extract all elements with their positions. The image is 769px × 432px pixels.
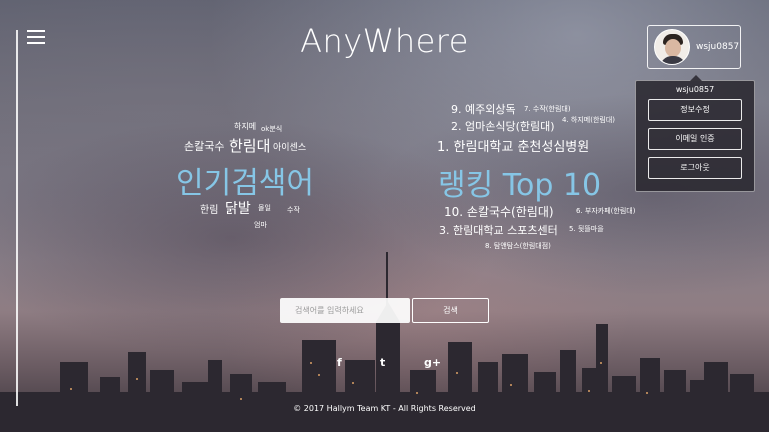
ranking-item[interactable]: 6. 부자카페(한림대) bbox=[576, 206, 635, 216]
ranking-item[interactable]: 9. 예주외상독 bbox=[451, 101, 516, 117]
popular-word[interactable]: 아이센스 bbox=[273, 140, 306, 153]
search-input[interactable] bbox=[280, 298, 410, 323]
user-menu-button[interactable]: wsju0857 bbox=[647, 25, 741, 69]
googleplus-icon[interactable]: g+ bbox=[424, 356, 441, 369]
popular-word[interactable]: 손칼국수 bbox=[184, 138, 224, 154]
edit-profile-button[interactable]: 정보수정 bbox=[648, 99, 742, 121]
user-name: wsju0857 bbox=[696, 42, 740, 52]
email-verify-button[interactable]: 이메일 인증 bbox=[648, 128, 742, 150]
dropdown-username: wsju0857 bbox=[675, 85, 715, 94]
popular-word[interactable]: 한림대 bbox=[229, 135, 270, 156]
ranking-item[interactable]: 2. 엄마손식당(한림대) bbox=[451, 118, 555, 134]
ranking-item[interactable]: 7. 수작(한림대) bbox=[524, 104, 571, 114]
popular-word[interactable]: 수작 bbox=[287, 205, 300, 215]
popular-word[interactable]: ok분식 bbox=[261, 124, 282, 134]
popular-word[interactable]: 한림 bbox=[200, 201, 218, 216]
logout-button[interactable]: 로그아웃 bbox=[648, 157, 742, 179]
facebook-icon[interactable]: f bbox=[337, 356, 342, 369]
popular-word[interactable]: 몰일 bbox=[258, 203, 271, 213]
ranking-title: 랭킹 Top 10 bbox=[438, 168, 602, 203]
ranking-item[interactable]: 8. 탐앤탐스(한림대점) bbox=[485, 241, 551, 251]
popular-title: 인기검색어 bbox=[176, 166, 314, 201]
sidebar-rule bbox=[16, 30, 18, 406]
popular-word[interactable]: 닭발 bbox=[225, 198, 251, 218]
ranking-item[interactable]: 3. 한림대학교 스포츠센터 bbox=[439, 222, 558, 238]
ranking-item[interactable]: 10. 손칼국수(한림대) bbox=[444, 203, 554, 220]
ranking-item[interactable]: 1. 한림대학교 춘천성심병원 bbox=[437, 136, 589, 155]
user-dropdown: wsju0857 정보수정 이메일 인증 로그아웃 bbox=[635, 75, 755, 192]
ranking-item[interactable]: 5. 뒷뜰마을 bbox=[569, 224, 604, 234]
search-button[interactable]: 검색 bbox=[412, 298, 489, 323]
twitter-icon[interactable]: t bbox=[380, 356, 385, 369]
footer-copyright: © 2017 Hallym Team KT - All Rights Reser… bbox=[293, 404, 476, 413]
ranking-item[interactable]: 4. 하지메(한림대) bbox=[562, 115, 615, 125]
popular-word[interactable]: 하지메 bbox=[234, 121, 256, 132]
popular-word[interactable]: 엄마 bbox=[254, 220, 267, 230]
avatar bbox=[654, 29, 690, 65]
